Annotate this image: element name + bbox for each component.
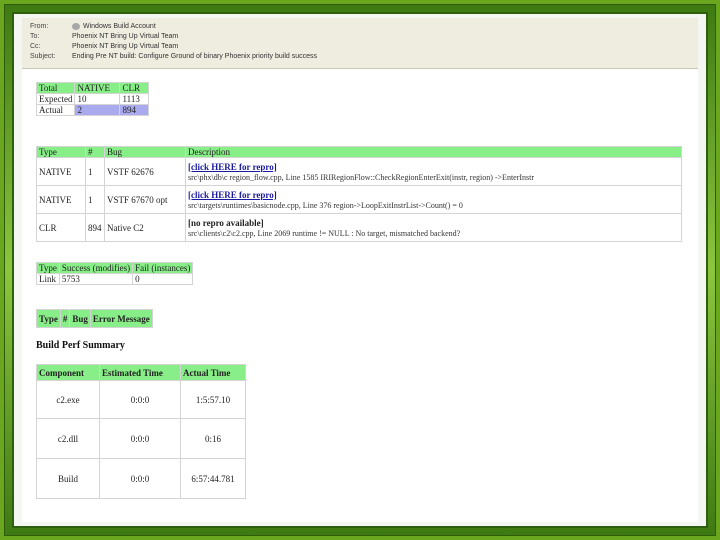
table-row: Build 0:0:0 6:57:44.781 — [36, 458, 246, 499]
repro-link[interactable]: [click HERE for repro] — [188, 190, 277, 200]
table-header-row: Type Success (modifies) Fail (instances) — [36, 262, 194, 274]
perf-table: Component Estimated Time Actual Time c2.… — [36, 364, 246, 499]
table-row: NATIVE 1 VSTF 62676 [click HERE for repr… — [36, 157, 682, 186]
link-table: Type Success (modifies) Fail (instances)… — [36, 262, 194, 285]
table-header-row: Total NATIVE CLR — [35, 82, 150, 94]
table-cell: 1:5:57.10 — [180, 380, 246, 419]
cc-value[interactable]: Phoenix NT Bring Up Virtual Team — [72, 42, 178, 51]
error-table: Type # Bug Error Message — [36, 309, 153, 328]
table-cell: 0:0:0 — [99, 418, 181, 459]
no-repro-label: [no repro available] — [188, 217, 264, 228]
table-row: Link 5753 0 — [36, 273, 194, 285]
table-cell: 5753 — [58, 273, 134, 285]
table-header-row: Type # Bug Error Message — [36, 309, 153, 328]
to-value[interactable]: Phoenix NT Bring Up Virtual Team — [72, 32, 178, 41]
row-label: Actual — [35, 104, 76, 116]
column-header: Type — [36, 262, 60, 274]
table-row: Actual 2 894 — [35, 104, 150, 116]
cc-label: Cc: — [30, 43, 41, 50]
table-cell: 0:16 — [180, 418, 246, 459]
column-header: # — [85, 146, 105, 158]
column-header: Fail (instances) — [132, 262, 194, 274]
summary-table: Total NATIVE CLR Expected 10 1113 Actual… — [35, 82, 150, 116]
table-row: NATIVE 1 VSTF 67670 opt [click HERE for … — [36, 185, 682, 214]
table-cell: Link — [36, 273, 60, 285]
bug-id: VSTF 62676 — [104, 157, 186, 186]
perf-summary-title: Build Perf Summary — [36, 340, 125, 351]
bug-description: [click HERE for repro] src\phx\db\c regi… — [185, 157, 682, 186]
bug-detail: src\targets\runtimes\basicnode.cpp, Line… — [188, 200, 463, 210]
column-header: Actual Time — [180, 364, 246, 381]
sender-presence-icon — [72, 22, 80, 30]
bug-id: VSTF 67670 opt — [104, 185, 186, 214]
column-header: Type — [36, 146, 86, 158]
to-label: To: — [30, 33, 40, 40]
column-header: Bug — [104, 146, 186, 158]
column-header: # — [59, 309, 71, 328]
column-header: Total — [35, 82, 76, 94]
column-header: Description — [185, 146, 682, 158]
bug-id: Native C2 — [104, 213, 186, 242]
bug-description: [no repro available] src\clients\c2\c2.c… — [185, 213, 682, 242]
bug-detail: src\clients\c2\c2.cpp, Line 2069 runtime… — [188, 228, 461, 238]
bug-count: 894 — [85, 213, 105, 242]
column-header: CLR — [119, 82, 150, 94]
table-cell: Build — [36, 458, 100, 499]
subject-label: Subject: — [30, 53, 56, 60]
table-cell: 894 — [119, 104, 150, 116]
bug-type: NATIVE — [36, 185, 86, 214]
table-cell: 2 — [74, 104, 121, 116]
table-cell: c2.dll — [36, 418, 100, 459]
table-header-row: Component Estimated Time Actual Time — [36, 364, 246, 381]
bug-description: [click HERE for repro] src\targets\runti… — [185, 185, 682, 214]
bug-type: NATIVE — [36, 157, 86, 186]
bug-table: Type # Bug Description NATIVE 1 VSTF 626… — [36, 146, 682, 242]
row-label: Expected — [35, 93, 76, 105]
bug-count: 1 — [85, 185, 105, 214]
column-header: Error Message — [89, 309, 153, 328]
email-body: From: Windows Build Account To: Phoenix … — [22, 18, 698, 522]
column-header: Estimated Time — [99, 364, 181, 381]
table-cell: 1113 — [119, 93, 150, 105]
column-header: Component — [36, 364, 100, 381]
column-header: Bug — [69, 309, 91, 328]
from-value[interactable]: Windows Build Account — [83, 23, 156, 30]
table-row: c2.dll 0:0:0 0:16 — [36, 418, 246, 459]
bug-type: CLR — [36, 213, 86, 242]
table-cell: 10 — [74, 93, 121, 105]
column-header: Type — [36, 309, 61, 328]
table-cell: c2.exe — [36, 380, 100, 419]
from-label: From: — [30, 23, 49, 30]
subject-value: Ending Pre NT build: Configure Ground of… — [72, 53, 317, 60]
table-row: CLR 894 Native C2 [no repro available] s… — [36, 213, 682, 242]
email-header: From: Windows Build Account To: Phoenix … — [22, 18, 698, 69]
table-cell: 0 — [132, 273, 194, 285]
table-row: c2.exe 0:0:0 1:5:57.10 — [36, 380, 246, 419]
bug-count: 1 — [85, 157, 105, 186]
table-row: Expected 10 1113 — [35, 93, 150, 105]
column-header: NATIVE — [74, 82, 121, 94]
bug-detail: src\phx\db\c region_flow.cpp, Line 1585 … — [188, 172, 535, 182]
table-header-row: Type # Bug Description — [36, 146, 682, 158]
table-cell: 6:57:44.781 — [180, 458, 246, 499]
column-header: Success (modifies) — [58, 262, 134, 274]
table-cell: 0:0:0 — [99, 380, 181, 419]
repro-link[interactable]: [click HERE for repro] — [188, 162, 277, 172]
table-cell: 0:0:0 — [99, 458, 181, 499]
